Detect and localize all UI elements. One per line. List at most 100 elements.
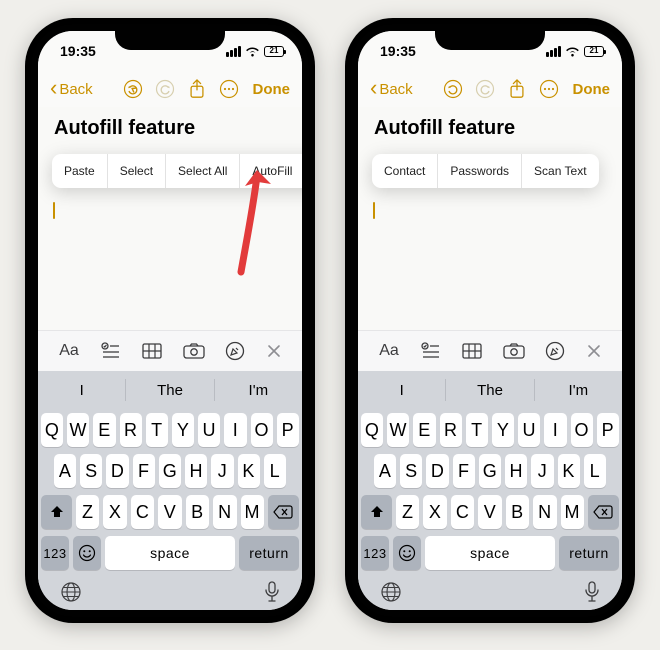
- camera-button[interactable]: [499, 336, 529, 366]
- share-button[interactable]: [183, 75, 211, 103]
- key-f[interactable]: F: [133, 454, 155, 488]
- key-u[interactable]: U: [518, 413, 540, 447]
- key-s[interactable]: S: [400, 454, 422, 488]
- prediction-3[interactable]: I'm: [215, 371, 302, 409]
- key-a[interactable]: A: [54, 454, 76, 488]
- key-q[interactable]: Q: [41, 413, 63, 447]
- globe-button[interactable]: [60, 581, 82, 606]
- key-backspace[interactable]: [268, 495, 299, 529]
- camera-button[interactable]: [179, 336, 209, 366]
- text-style-button[interactable]: Aa: [54, 336, 84, 366]
- key-g[interactable]: G: [479, 454, 501, 488]
- undo-button[interactable]: [439, 75, 467, 103]
- key-k[interactable]: K: [238, 454, 260, 488]
- key-space[interactable]: space: [105, 536, 235, 570]
- key-b[interactable]: B: [186, 495, 209, 529]
- key-return[interactable]: return: [559, 536, 619, 570]
- key-u[interactable]: U: [198, 413, 220, 447]
- table-button[interactable]: [137, 336, 167, 366]
- menu-scan-text[interactable]: Scan Text: [522, 154, 598, 188]
- table-button[interactable]: [457, 336, 487, 366]
- key-v[interactable]: V: [158, 495, 181, 529]
- key-backspace[interactable]: [588, 495, 619, 529]
- key-y[interactable]: Y: [172, 413, 194, 447]
- prediction-2[interactable]: The: [446, 371, 533, 409]
- prediction-1[interactable]: I: [38, 371, 125, 409]
- share-button[interactable]: [503, 75, 531, 103]
- dictation-button[interactable]: [264, 581, 280, 606]
- back-button[interactable]: ‹ Back: [370, 79, 413, 99]
- key-v[interactable]: V: [478, 495, 501, 529]
- checklist-button[interactable]: [416, 336, 446, 366]
- key-i[interactable]: I: [224, 413, 246, 447]
- markup-button[interactable]: [540, 336, 570, 366]
- checklist-button[interactable]: [96, 336, 126, 366]
- key-h[interactable]: H: [505, 454, 527, 488]
- key-m[interactable]: M: [561, 495, 584, 529]
- menu-select-all[interactable]: Select All: [166, 154, 240, 188]
- key-return[interactable]: return: [239, 536, 299, 570]
- key-n[interactable]: N: [533, 495, 556, 529]
- key-j[interactable]: J: [211, 454, 233, 488]
- done-button[interactable]: Done: [253, 81, 291, 98]
- key-r[interactable]: R: [440, 413, 462, 447]
- key-a[interactable]: A: [374, 454, 396, 488]
- key-c[interactable]: C: [451, 495, 474, 529]
- key-l[interactable]: L: [264, 454, 286, 488]
- prediction-2[interactable]: The: [126, 371, 213, 409]
- key-f[interactable]: F: [453, 454, 475, 488]
- key-c[interactable]: C: [131, 495, 154, 529]
- key-o[interactable]: O: [571, 413, 593, 447]
- key-t[interactable]: T: [146, 413, 168, 447]
- redo-button[interactable]: [151, 75, 179, 103]
- note-body[interactable]: Autofill feature Contact Passwords Scan …: [358, 107, 622, 330]
- undo-button[interactable]: [119, 75, 147, 103]
- key-k[interactable]: K: [558, 454, 580, 488]
- key-b[interactable]: B: [506, 495, 529, 529]
- key-emoji[interactable]: [393, 536, 421, 570]
- more-button[interactable]: [215, 75, 243, 103]
- key-h[interactable]: H: [185, 454, 207, 488]
- key-y[interactable]: Y: [492, 413, 514, 447]
- menu-select[interactable]: Select: [108, 154, 166, 188]
- note-body[interactable]: Autofill feature Paste Select Select All…: [38, 107, 302, 330]
- key-p[interactable]: P: [597, 413, 619, 447]
- key-s[interactable]: S: [80, 454, 102, 488]
- key-r[interactable]: R: [120, 413, 142, 447]
- prediction-1[interactable]: I: [358, 371, 445, 409]
- key-g[interactable]: G: [159, 454, 181, 488]
- key-p[interactable]: P: [277, 413, 299, 447]
- menu-paste[interactable]: Paste: [52, 154, 108, 188]
- key-e[interactable]: E: [93, 413, 115, 447]
- redo-button[interactable]: [471, 75, 499, 103]
- menu-autofill[interactable]: AutoFill: [240, 154, 302, 188]
- key-t[interactable]: T: [466, 413, 488, 447]
- key-d[interactable]: D: [426, 454, 448, 488]
- key-m[interactable]: M: [241, 495, 264, 529]
- key-l[interactable]: L: [584, 454, 606, 488]
- menu-passwords[interactable]: Passwords: [438, 154, 522, 188]
- dictation-button[interactable]: [584, 581, 600, 606]
- key-n[interactable]: N: [213, 495, 236, 529]
- key-d[interactable]: D: [106, 454, 128, 488]
- key-q[interactable]: Q: [361, 413, 383, 447]
- key-o[interactable]: O: [251, 413, 273, 447]
- key-z[interactable]: Z: [396, 495, 419, 529]
- key-emoji[interactable]: [73, 536, 101, 570]
- key-w[interactable]: W: [67, 413, 89, 447]
- key-j[interactable]: J: [531, 454, 553, 488]
- key-numbers[interactable]: 123: [41, 536, 69, 570]
- close-keyboard-button[interactable]: [262, 336, 286, 366]
- key-shift[interactable]: [361, 495, 392, 529]
- globe-button[interactable]: [380, 581, 402, 606]
- text-style-button[interactable]: Aa: [374, 336, 404, 366]
- key-x[interactable]: X: [423, 495, 446, 529]
- key-z[interactable]: Z: [76, 495, 99, 529]
- close-keyboard-button[interactable]: [582, 336, 606, 366]
- key-i[interactable]: I: [544, 413, 566, 447]
- markup-button[interactable]: [220, 336, 250, 366]
- prediction-3[interactable]: I'm: [535, 371, 622, 409]
- done-button[interactable]: Done: [573, 81, 611, 98]
- key-shift[interactable]: [41, 495, 72, 529]
- key-e[interactable]: E: [413, 413, 435, 447]
